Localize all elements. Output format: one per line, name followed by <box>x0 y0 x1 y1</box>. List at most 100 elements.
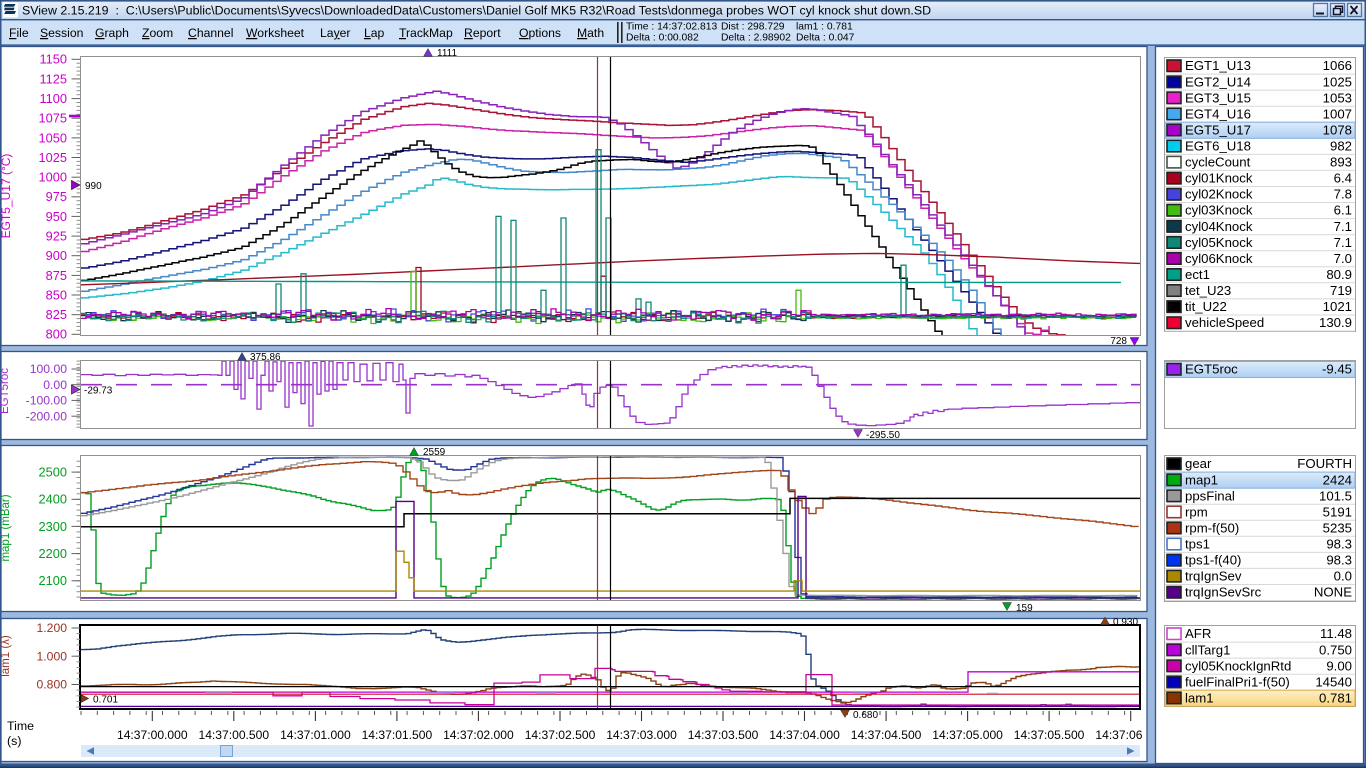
svg-text:vehicleSpeed: vehicleSpeed <box>1185 315 1264 330</box>
svg-text:2300: 2300 <box>39 519 67 534</box>
svg-text:130.9: 130.9 <box>1319 315 1352 330</box>
svg-text:1.200: 1.200 <box>37 621 68 635</box>
svg-text:0.00: 0.00 <box>43 378 67 392</box>
svg-text:1066: 1066 <box>1323 58 1352 73</box>
svg-text:TrackMap: TrackMap <box>399 26 453 40</box>
svg-text:1100: 1100 <box>39 91 67 106</box>
svg-text:SView 2.15.219 : C:\Users\Pu: SView 2.15.219 : C:\Users\Public\Documen… <box>22 4 931 18</box>
svg-text:File: File <box>9 26 29 40</box>
svg-text:0.781: 0.781 <box>1319 690 1352 705</box>
svg-text:-295.50: -295.50 <box>866 430 900 441</box>
svg-text:6.4: 6.4 <box>1334 171 1352 186</box>
svg-text:80.9: 80.9 <box>1326 267 1352 282</box>
svg-text:1.000: 1.000 <box>37 650 68 664</box>
svg-text:101.5: 101.5 <box>1319 488 1352 503</box>
svg-text:cyl06Knock: cyl06Knock <box>1185 251 1253 266</box>
svg-text:Channel: Channel <box>188 26 233 40</box>
svg-text:800: 800 <box>46 327 67 342</box>
svg-text:EGT2_U14: EGT2_U14 <box>1185 74 1251 89</box>
svg-text:0.701: 0.701 <box>93 695 118 706</box>
svg-text:14:37:05.500: 14:37:05.500 <box>1014 728 1085 742</box>
svg-text:1025: 1025 <box>39 150 67 165</box>
svg-text:98.3: 98.3 <box>1326 537 1352 552</box>
svg-text:875: 875 <box>46 268 67 283</box>
svg-text:2424: 2424 <box>1323 472 1352 487</box>
svg-text:Delta : 0:00.082: Delta : 0:00.082 <box>626 33 699 44</box>
svg-text:-200.00: -200.00 <box>26 409 68 423</box>
svg-text:map1 (mBar): map1 (mBar) <box>0 494 12 561</box>
svg-text:14:37:04.500: 14:37:04.500 <box>851 728 922 742</box>
svg-text:7.1: 7.1 <box>1334 219 1352 234</box>
svg-text:rpm-f(50): rpm-f(50) <box>1185 520 1239 535</box>
svg-text:14:37:02.500: 14:37:02.500 <box>525 728 596 742</box>
svg-text:1000: 1000 <box>39 170 67 185</box>
svg-text:EGT6_U18: EGT6_U18 <box>1185 139 1251 154</box>
svg-text:cyl02Knock: cyl02Knock <box>1185 187 1253 202</box>
svg-text:EGT5roc: EGT5roc <box>0 368 11 414</box>
svg-text:14:37:02.000: 14:37:02.000 <box>443 728 514 742</box>
svg-text:14:37:05.000: 14:37:05.000 <box>932 728 1003 742</box>
svg-text:EGT4_U16: EGT4_U16 <box>1185 106 1251 121</box>
svg-text:14:37:03.000: 14:37:03.000 <box>606 728 677 742</box>
svg-text:lam1: lam1 <box>1185 690 1214 705</box>
svg-text:-100.00: -100.00 <box>26 394 68 408</box>
svg-text:NONE: NONE <box>1314 585 1352 600</box>
svg-text:825: 825 <box>46 307 67 322</box>
svg-text:Time: Time <box>7 719 34 733</box>
svg-text:1053: 1053 <box>1323 90 1352 105</box>
svg-text:Delta : 2.98902: Delta : 2.98902 <box>721 33 791 44</box>
svg-text:ppsFinal: ppsFinal <box>1185 488 1235 503</box>
svg-text:7.0: 7.0 <box>1334 251 1352 266</box>
svg-text:982: 982 <box>1330 139 1352 154</box>
svg-text:719: 719 <box>1330 283 1352 298</box>
svg-text:map1: map1 <box>1185 472 1218 487</box>
svg-text:100.00: 100.00 <box>30 362 67 376</box>
svg-text:Math: Math <box>577 26 604 40</box>
svg-text:14:37:00.000: 14:37:00.000 <box>117 728 188 742</box>
svg-text:0.930: 0.930 <box>1113 617 1138 628</box>
svg-text:975: 975 <box>46 189 67 204</box>
svg-text:14:37:00.500: 14:37:00.500 <box>198 728 269 742</box>
svg-text:(s): (s) <box>7 734 21 748</box>
svg-text:EGT5_U17: EGT5_U17 <box>1185 122 1251 137</box>
svg-text:Options: Options <box>519 26 561 40</box>
svg-text:14:37:03.500: 14:37:03.500 <box>688 728 759 742</box>
svg-text:AFR: AFR <box>1185 626 1211 641</box>
svg-text:2200: 2200 <box>39 546 67 561</box>
svg-text:fuelFinalPri1-f(50): fuelFinalPri1-f(50) <box>1185 674 1290 689</box>
svg-text:98.3: 98.3 <box>1326 553 1352 568</box>
svg-text:14:37:01.500: 14:37:01.500 <box>362 728 433 742</box>
svg-text:Session: Session <box>40 26 83 40</box>
svg-text:cyl01Knock: cyl01Knock <box>1185 171 1253 186</box>
svg-text:1025: 1025 <box>1323 74 1352 89</box>
svg-text:EGT5_U17 (°C): EGT5_U17 (°C) <box>0 154 13 239</box>
svg-text:11.48: 11.48 <box>1320 626 1352 641</box>
svg-text:EGT3_U15: EGT3_U15 <box>1185 90 1251 105</box>
svg-text:728: 728 <box>1110 336 1127 347</box>
svg-text:900: 900 <box>46 248 67 263</box>
svg-text:Time : 14:37:02.813: Time : 14:37:02.813 <box>626 22 717 33</box>
svg-text:tps1-f(40): tps1-f(40) <box>1185 553 1241 568</box>
svg-text:cyl05KnockIgnRtd: cyl05KnockIgnRtd <box>1185 658 1291 673</box>
svg-text:925: 925 <box>46 229 67 244</box>
svg-text:Lap: Lap <box>364 26 385 40</box>
svg-text:2100: 2100 <box>39 573 67 588</box>
svg-text:cllTarg1: cllTarg1 <box>1185 642 1230 657</box>
svg-text:375.86: 375.86 <box>250 352 281 363</box>
svg-text:1050: 1050 <box>39 130 67 145</box>
svg-text:Graph: Graph <box>95 26 129 40</box>
svg-text:893: 893 <box>1330 155 1352 170</box>
svg-text:lam1 : 0.781: lam1 : 0.781 <box>796 22 853 33</box>
svg-text:14540: 14540 <box>1315 674 1352 689</box>
svg-text:1111: 1111 <box>437 48 457 59</box>
svg-text:990: 990 <box>85 181 102 192</box>
svg-text:9.00: 9.00 <box>1326 658 1352 673</box>
svg-text:0.0: 0.0 <box>1334 569 1352 584</box>
svg-text:tps1: tps1 <box>1185 537 1210 552</box>
svg-text:EGT5roc: EGT5roc <box>1185 362 1238 377</box>
svg-text:rpm: rpm <box>1185 504 1208 519</box>
svg-text:cyl05Knock: cyl05Knock <box>1185 235 1253 250</box>
svg-text:7.8: 7.8 <box>1334 187 1352 202</box>
svg-text:950: 950 <box>46 209 67 224</box>
svg-text:1150: 1150 <box>39 52 67 67</box>
